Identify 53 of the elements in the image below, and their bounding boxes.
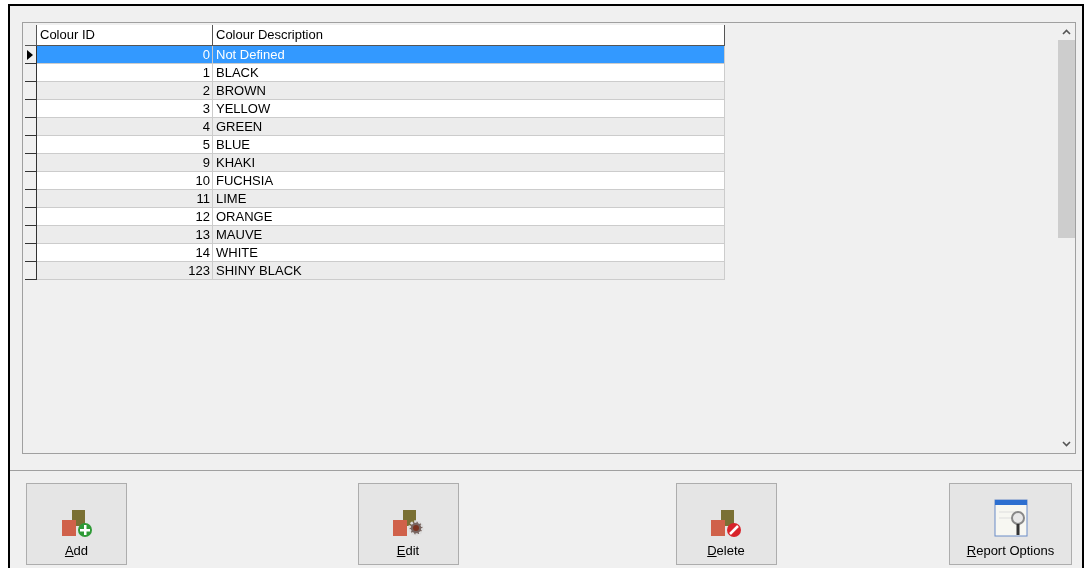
table-cell: 5 <box>37 136 213 154</box>
add-button[interactable]: Add <box>26 483 127 565</box>
table-cell: YELLOW <box>213 100 725 118</box>
table-cell: 4 <box>37 118 213 136</box>
table-cell: 2 <box>37 82 213 100</box>
row-indicator[interactable] <box>25 136 37 154</box>
boxes-gear-icon <box>391 507 425 538</box>
table-cell: 13 <box>37 226 213 244</box>
table-cell: FUCHSIA <box>213 172 725 190</box>
table-cell: 9 <box>37 154 213 172</box>
scroll-up-icon[interactable] <box>1062 29 1071 35</box>
row-indicator[interactable] <box>25 190 37 208</box>
table-cell: SHINY BLACK <box>213 262 725 280</box>
table-cell: ORANGE <box>213 208 725 226</box>
row-indicator[interactable] <box>25 262 37 280</box>
boxes-plus-icon <box>59 507 94 538</box>
table-cell: 10 <box>37 172 213 190</box>
row-indicator[interactable] <box>25 118 37 136</box>
table-cell: BLUE <box>213 136 725 154</box>
row-indicator[interactable] <box>25 154 37 172</box>
table-cell: 1 <box>37 64 213 82</box>
table-cell: GREEN <box>213 118 725 136</box>
row-indicator[interactable] <box>25 82 37 100</box>
row-indicator[interactable] <box>25 100 37 118</box>
report-options-button[interactable]: Report Options <box>949 483 1072 565</box>
row-indicator[interactable] <box>25 64 37 82</box>
table-cell: LIME <box>213 190 725 208</box>
window-magnifier-icon <box>991 497 1030 538</box>
scrollbar-thumb[interactable] <box>1058 40 1075 238</box>
table-cell: 12 <box>37 208 213 226</box>
row-indicator[interactable] <box>25 208 37 226</box>
column-header[interactable]: Colour ID <box>37 25 213 46</box>
header-corner <box>25 25 37 46</box>
table-cell: 11 <box>37 190 213 208</box>
table-cell: MAUVE <box>213 226 725 244</box>
scroll-down-icon[interactable] <box>1062 441 1071 447</box>
table-cell: 123 <box>37 262 213 280</box>
edit-button[interactable]: Edit <box>357 483 459 565</box>
table-cell: 3 <box>37 100 213 118</box>
table-cell: Not Defined <box>213 46 725 64</box>
row-indicator[interactable] <box>25 226 37 244</box>
delete-button[interactable]: Delete <box>675 483 777 565</box>
table-cell: 0 <box>37 46 213 64</box>
table-cell: 14 <box>37 244 213 262</box>
table-cell: WHITE <box>213 244 725 262</box>
table-cell: BROWN <box>213 82 725 100</box>
table-cell: BLACK <box>213 64 725 82</box>
row-indicator[interactable] <box>25 46 37 64</box>
row-indicator[interactable] <box>25 172 37 190</box>
boxes-no-entry-icon <box>709 507 743 538</box>
row-indicator[interactable] <box>25 244 37 262</box>
column-header[interactable]: Colour Description <box>213 25 725 46</box>
table-cell: KHAKI <box>213 154 725 172</box>
